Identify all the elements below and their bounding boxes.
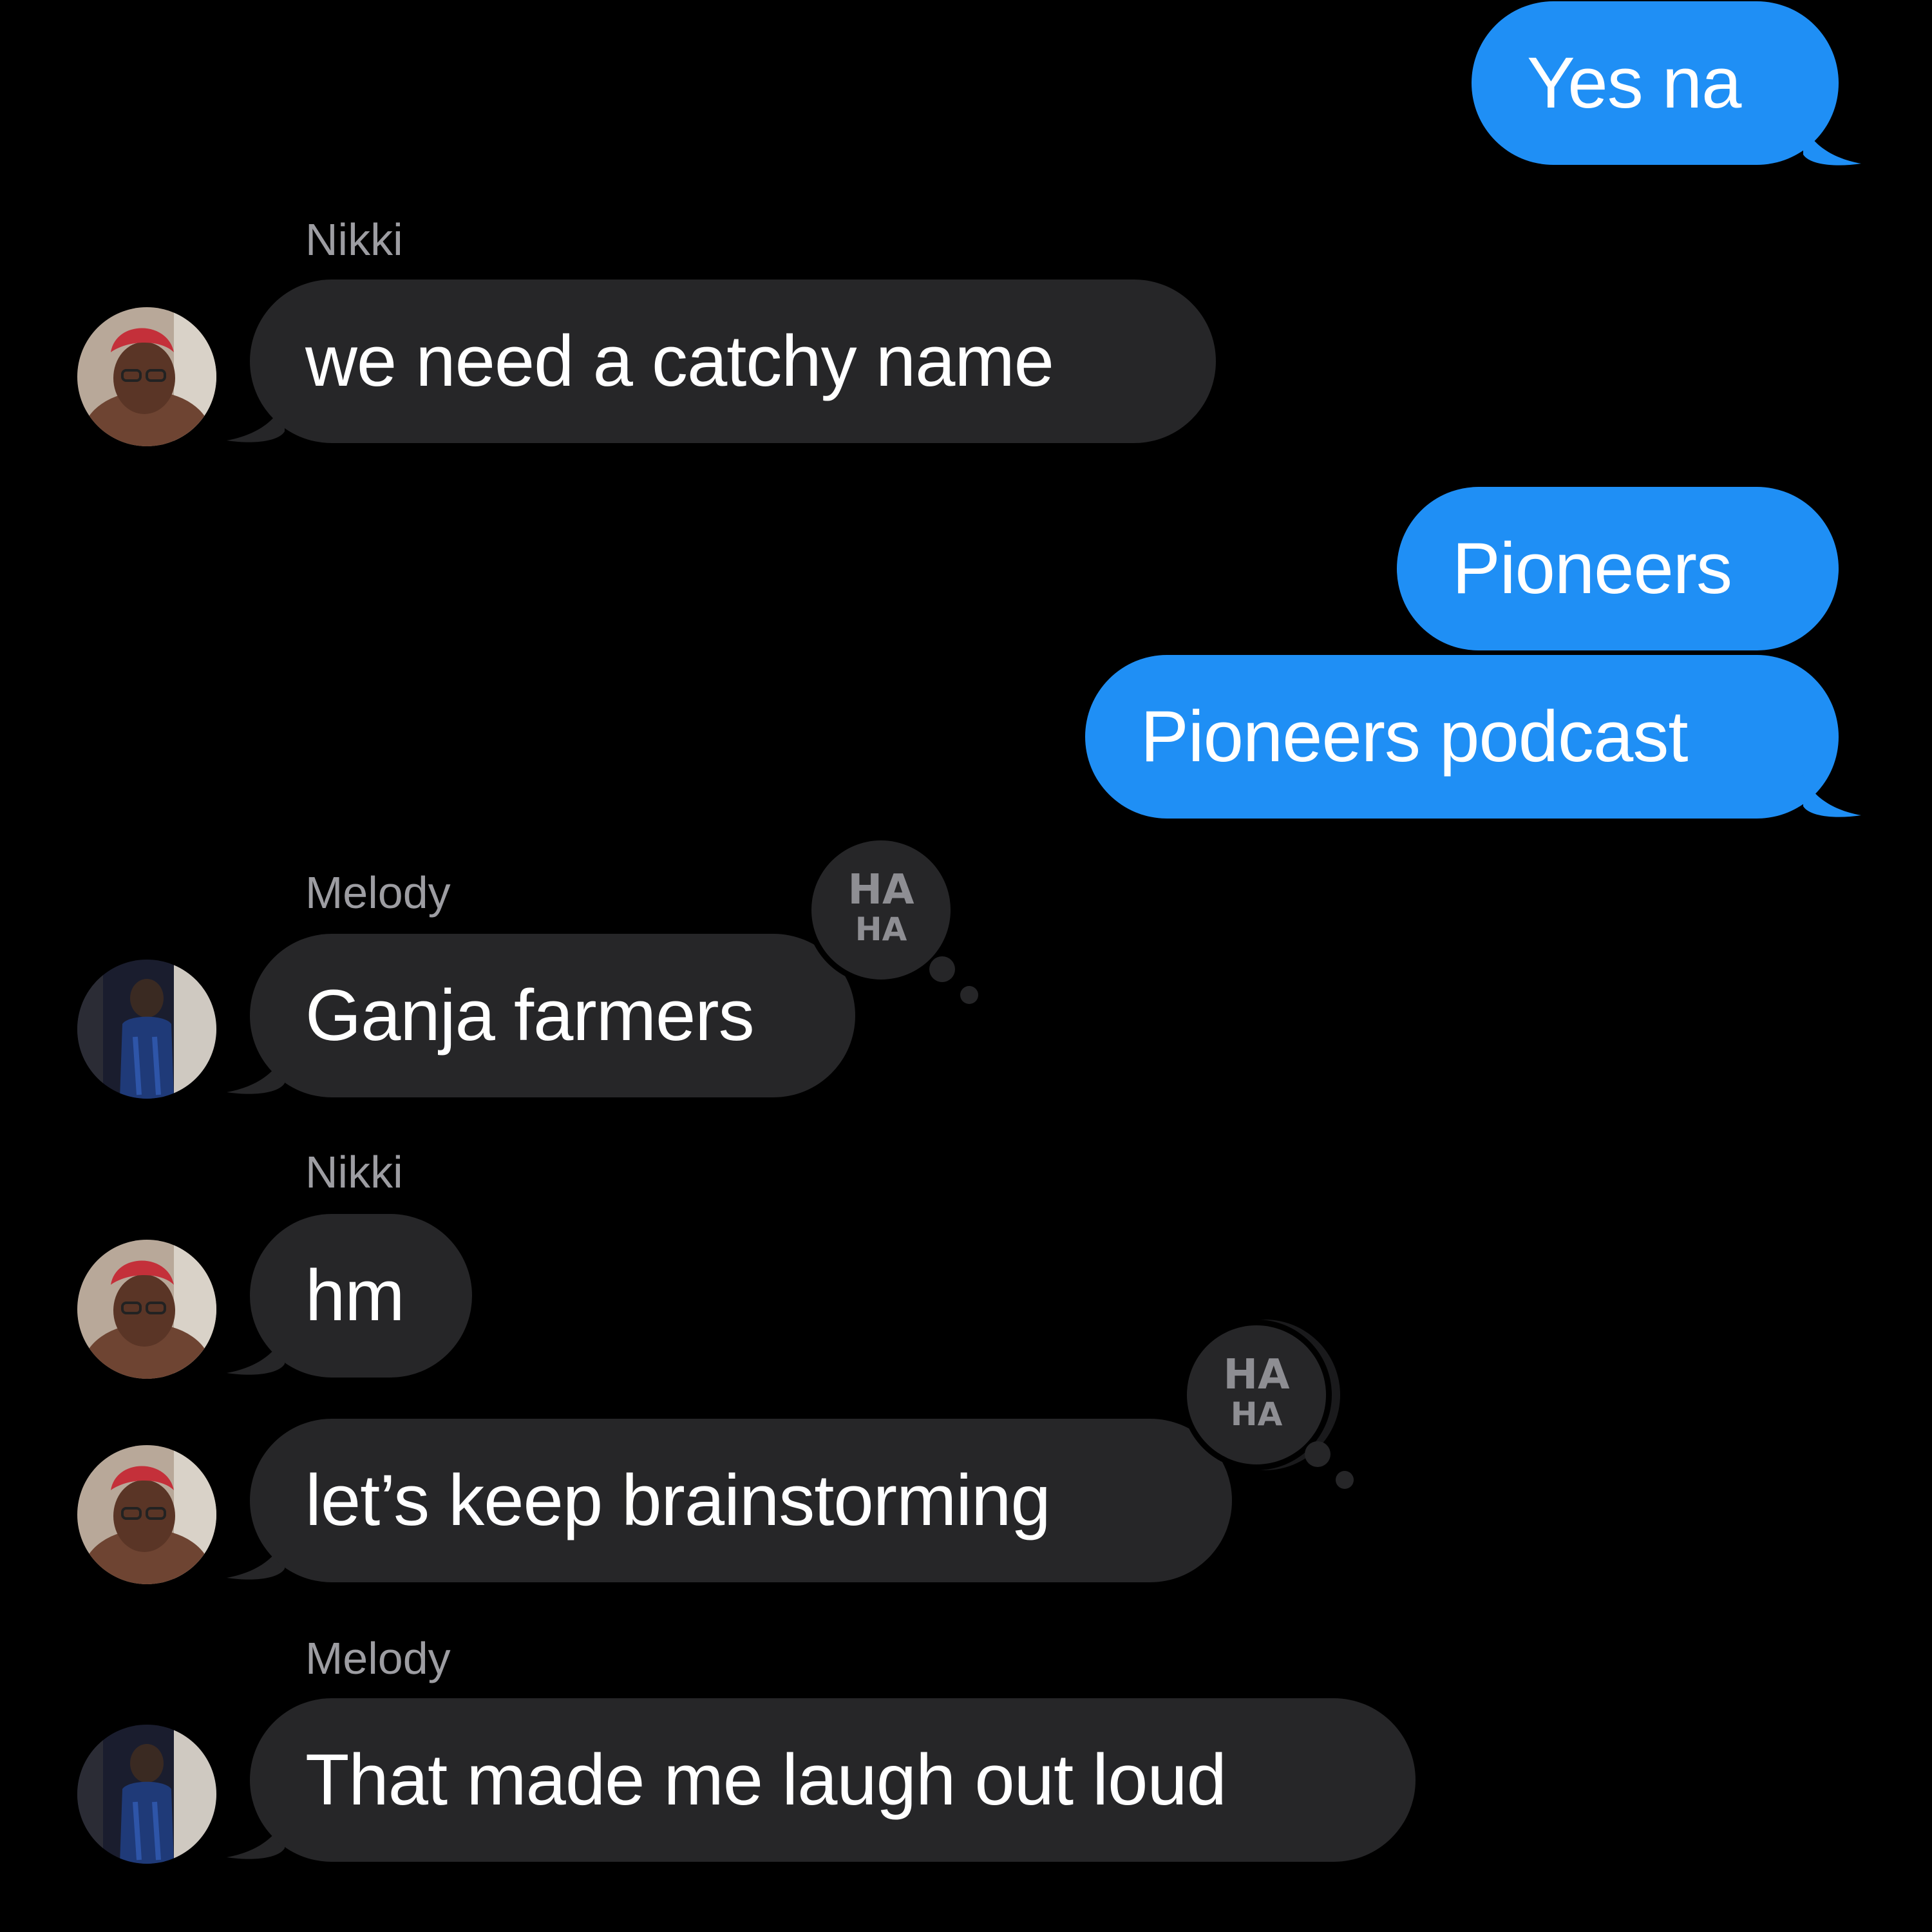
message-thread: Yes na Nikki we need a catchy name Pione… xyxy=(0,0,1932,1932)
nikki-avatar[interactable] xyxy=(77,1445,216,1584)
svg-text:HA: HA xyxy=(848,866,914,914)
received-message-bubble[interactable]: let’s keep brainstorming xyxy=(250,1419,1232,1582)
melody-avatar[interactable] xyxy=(77,960,216,1099)
sender-name: Nikki xyxy=(305,1147,403,1197)
haha-reaction-icon[interactable]: HA HA xyxy=(802,831,982,1024)
svg-text:HA: HA xyxy=(855,911,907,948)
nikki-avatar[interactable] xyxy=(77,307,216,446)
sent-message-bubble[interactable]: Yes na xyxy=(1472,1,1839,165)
sender-name: Melody xyxy=(305,1633,451,1683)
sender-name: Nikki xyxy=(305,214,403,265)
received-message-bubble[interactable]: we need a catchy name xyxy=(250,279,1216,443)
bubble-tail-icon xyxy=(1803,122,1861,166)
melody-avatar[interactable] xyxy=(77,1725,216,1864)
received-message-bubble[interactable]: Ganja farmers xyxy=(250,934,855,1097)
sender-name: Melody xyxy=(305,867,451,918)
nikki-avatar[interactable] xyxy=(77,1240,216,1379)
svg-text:HA: HA xyxy=(1223,1351,1290,1399)
bubble-tail-icon xyxy=(1803,774,1861,817)
sent-message-bubble[interactable]: Pioneers podcast xyxy=(1085,655,1839,819)
sent-message-bubble[interactable]: Pioneers xyxy=(1397,487,1839,650)
haha-reaction-icon[interactable]: HA HA xyxy=(1177,1316,1358,1509)
svg-text:HA: HA xyxy=(1231,1396,1283,1433)
received-message-bubble[interactable]: That made me laugh out loud xyxy=(250,1698,1416,1862)
received-message-bubble[interactable]: hm xyxy=(250,1214,472,1378)
